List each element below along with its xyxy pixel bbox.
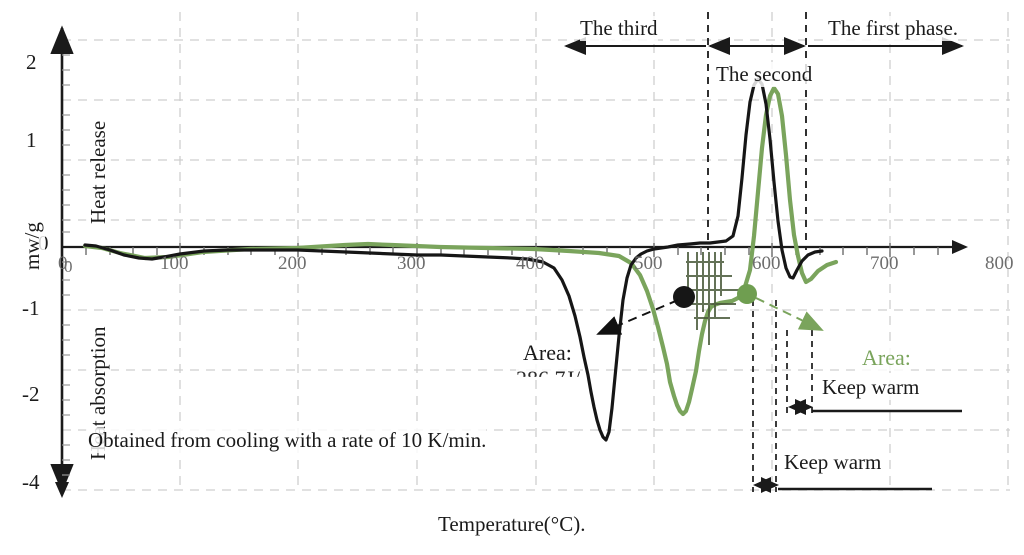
- y-tick-neg4: -4: [22, 470, 40, 494]
- black-area-leader: [596, 299, 679, 335]
- x-tick-200: 200: [278, 253, 307, 274]
- green-area-leader: [755, 297, 824, 331]
- x-tick-300: 300: [397, 253, 426, 274]
- black-peak-marker: [673, 286, 695, 308]
- x-tick-600: 600: [752, 253, 781, 274]
- curve-group: [82, 77, 839, 442]
- x-tick-500: 500: [634, 253, 663, 274]
- x-tick-400: 400: [516, 253, 545, 274]
- x-tick-800: 800: [985, 253, 1014, 274]
- x-tick-100: 100: [160, 253, 189, 274]
- heat-release-label: Heat release: [86, 120, 111, 224]
- green-peak-marker: [737, 284, 757, 304]
- x-axis-title: Temperature(°C).: [438, 512, 586, 537]
- y-tick-neg2: -2: [22, 382, 40, 406]
- y-origin-label: 0: [64, 257, 73, 276]
- cooling-rate-note: Obtained from cooling with a rate of 10 …: [88, 428, 487, 453]
- area-label-black: Area:: [523, 340, 572, 366]
- y-axis-unit-label: mw/g: [20, 222, 45, 270]
- keep-warm-upper-label: Keep warm: [822, 375, 920, 400]
- y-tick-neg1: -1: [22, 296, 40, 320]
- keepwarm-lower-span: [753, 477, 932, 493]
- keepwarm-upper-span: [788, 399, 962, 415]
- keep-warm-lower-label: Keep warm: [784, 450, 882, 475]
- dsc-chart-figure: 0 100 200 300 400 500 600 700 800 2 1 0 …: [0, 0, 1024, 555]
- phase-label-third: The third: [580, 16, 658, 41]
- y-tick-2: 2: [26, 50, 37, 74]
- black-dsc-curve: [83, 77, 824, 442]
- area-label-green: Area:: [862, 345, 911, 371]
- y-tick-1: 1: [26, 128, 37, 152]
- x-tick-700: 700: [870, 253, 899, 274]
- phase-label-first: The first phase.: [828, 16, 959, 41]
- phase-label-second: The second: [716, 62, 813, 87]
